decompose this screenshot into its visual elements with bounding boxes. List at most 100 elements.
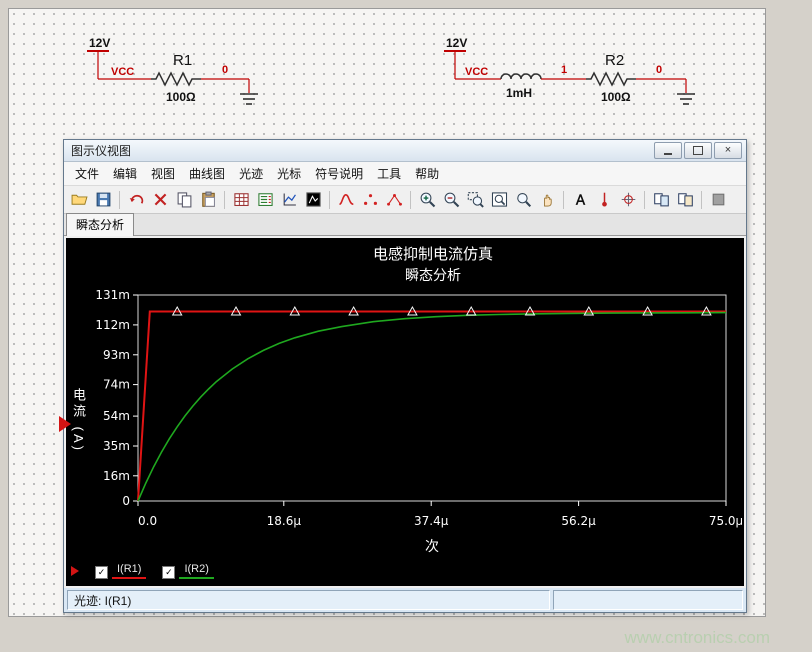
minimize-button[interactable] [654,142,682,159]
status-text: 光迹: I(R1) [67,590,550,610]
zoom-select-icon [515,191,532,208]
r2-value-label: 100Ω [601,90,631,104]
show-trace-button[interactable] [335,189,357,210]
l1-value-label: 1mH [506,86,532,100]
tab-transient-analysis[interactable]: 瞬态分析 [66,213,134,236]
copy-page-button[interactable] [674,189,696,210]
legend-checkbox[interactable]: ✓ [95,566,108,579]
tab-strip: 瞬态分析 [64,214,746,236]
maximize-button[interactable] [684,142,712,159]
toolbar-separator [701,191,702,209]
desktop: 12V VCC R1 100Ω 0 12V [0,0,812,652]
ground-symbol[interactable] [240,94,258,104]
selected-trace-arrow-icon [71,566,79,576]
zoom-out-button[interactable] [440,189,462,210]
node0-label: 0 [222,64,228,76]
show-cursors-button[interactable] [617,189,639,210]
paste-button[interactable] [197,189,219,210]
open-button[interactable] [68,189,90,210]
svg-text:0.0: 0.0 [138,514,157,528]
trace-markers-icon [362,191,379,208]
zoom-select-button[interactable] [512,189,534,210]
invert-colors-button[interactable] [302,189,324,210]
toggle-legend-icon [257,191,274,208]
svg-text:次: 次 [425,538,439,554]
legend-label: I(R1) [112,563,146,579]
close-button[interactable]: × [714,142,742,159]
r2-resistor-symbol[interactable] [586,73,636,85]
svg-text:74m: 74m [103,378,130,392]
menu-cursor[interactable]: 光标 [270,162,308,185]
trace-markers-button[interactable] [359,189,381,210]
save-button[interactable] [92,189,114,210]
zoom-full-icon [491,191,508,208]
zoom-area-button[interactable] [464,189,486,210]
left-circuit[interactable]: 12V VCC R1 100Ω 0 [87,36,258,104]
graph-properties-button[interactable] [278,189,300,210]
schematic-canvas[interactable]: 12V VCC R1 100Ω 0 12V [8,8,766,617]
toolbar-separator [329,191,330,209]
zoom-out-icon [443,191,460,208]
node0b-label: 0 [656,64,662,76]
invert-colors-icon [305,191,322,208]
svg-text:131m: 131m [95,288,130,302]
toggle-legend-button[interactable] [254,189,276,210]
r1-resistor-symbol[interactable] [151,73,201,85]
add-text-button[interactable] [569,189,591,210]
copy-graph-button[interactable] [650,189,672,210]
menu-file[interactable]: 文件 [68,162,106,185]
plot-svg[interactable]: 016m35m54m74m93m112m131m0.018.6µ37.4µ56.… [66,287,742,557]
legend-entry-I(R1): ✓ I(R1) [95,563,146,579]
menu-edit[interactable]: 编辑 [106,162,144,185]
menu-bar: 文件编辑视图曲线图光迹光标符号说明工具帮助 [64,162,746,186]
r1-value-label: 100Ω [166,90,196,104]
right-circuit[interactable]: 12V VCC 1mH 1 R2 100Ω 0 [444,36,695,104]
delete-icon [152,191,169,208]
pan-button[interactable] [536,189,558,210]
stop-button[interactable] [707,189,729,210]
zoom-full-button[interactable] [488,189,510,210]
menu-tools[interactable]: 工具 [370,162,408,185]
show-trace-icon [338,191,355,208]
r2-ref-label: R2 [605,52,624,69]
legend-checkbox[interactable]: ✓ [162,566,175,579]
node1-label: 1 [561,64,567,76]
title-bar[interactable]: 图示仪视图 × [64,140,746,162]
chart-subtitle: 瞬态分析 [66,264,744,287]
zoom-in-button[interactable] [416,189,438,210]
menu-view[interactable]: 视图 [144,162,182,185]
svg-text:16m: 16m [103,469,130,483]
toggle-grid-button[interactable] [230,189,252,210]
delete-button[interactable] [149,189,171,210]
legend: ✓I(R1)✓I(R2) [71,563,214,579]
circuit-schematic[interactable]: 12V VCC R1 100Ω 0 12V [9,9,765,141]
toggle-grid-icon [233,191,250,208]
toolbar [64,186,746,214]
r1-ref-label: R1 [173,52,192,69]
copy-page-icon [677,191,694,208]
chart-area: 电感抑制电流仿真 瞬态分析 电流 (A) 016m35m54m74m93m112… [66,238,744,586]
trace-points-button[interactable] [383,189,405,210]
pan-icon [539,191,556,208]
minimize-icon [664,153,672,155]
menu-help[interactable]: 帮助 [408,162,446,185]
copy-graph-icon [653,191,670,208]
copy-icon [176,191,193,208]
svg-text:18.6µ: 18.6µ [267,514,302,528]
svg-text:75.0µ: 75.0µ [709,514,742,528]
trace-points-icon [386,191,403,208]
undo-button[interactable] [125,189,147,210]
graph-properties-icon [281,191,298,208]
window-title: 图示仪视图 [71,142,654,159]
measurement-probe-button[interactable] [593,189,615,210]
vcc1-voltage-label: 12V [89,36,110,50]
menu-graph[interactable]: 曲线图 [182,162,232,185]
menu-legend[interactable]: 符号说明 [308,162,370,185]
toolbar-separator [224,191,225,209]
copy-button[interactable] [173,189,195,210]
l1-inductor-symbol[interactable] [501,74,541,79]
menu-trace[interactable]: 光迹 [232,162,270,185]
measurement-probe-icon [596,191,613,208]
ground-symbol[interactable] [677,94,695,104]
svg-text:93m: 93m [103,348,130,362]
